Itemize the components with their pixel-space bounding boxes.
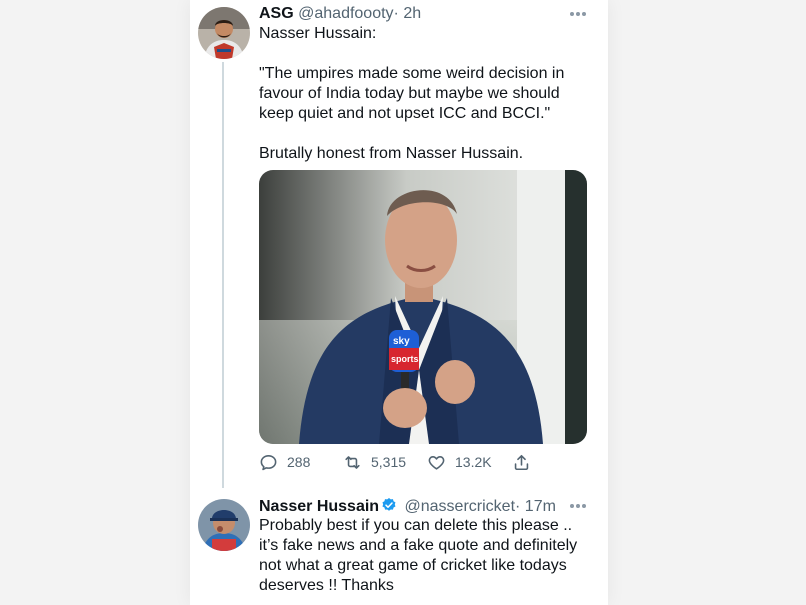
reply-button[interactable]: 288 [259,452,310,472]
tweet1-timestamp[interactable]: · 2h [394,5,422,22]
tweet1-more-icon[interactable] [570,11,588,17]
tweet1-header: ASG @ahadfoooty· 2h [259,5,421,23]
thread-connector-line [222,62,224,488]
tweet2-header: Nasser Hussain @nassercricket· 17m [259,497,556,516]
tweet2-timestamp[interactable]: · 17m [515,498,556,515]
tweet2-text: Probably best if you can delete this ple… [259,517,582,594]
avatar-asg[interactable] [198,7,250,59]
tweet1-author-handle[interactable]: @ahadfoooty [298,5,393,22]
like-icon [428,455,445,470]
retweet-count: 5,315 [371,454,407,470]
reply-icon [260,454,277,470]
mic-logo-sky: sky [393,336,410,347]
tweet1-author-name[interactable]: ASG [259,5,294,22]
tweet1-action-bar: 288 5,315 13.2K [259,452,589,472]
share-icon [514,454,529,470]
like-count: 13.2K [455,454,492,470]
mic-logo-sports: sports [391,354,419,364]
avatar-nasser-hussain[interactable] [198,499,250,551]
tweet2-author-name[interactable]: Nasser Hussain [259,498,379,515]
tweet2-more-icon[interactable] [570,503,588,509]
verified-badge-icon [381,497,397,513]
tweet1-media-image[interactable]: sky sports [259,170,587,444]
reply-count: 288 [287,454,311,470]
like-button[interactable]: 13.2K [427,452,492,472]
retweet-button[interactable]: 5,315 [343,452,406,472]
tweet2-author-handle[interactable]: @nassercricket [405,498,516,515]
retweet-icon [345,455,360,469]
tweet1-text: Nasser Hussain: "The umpires made some w… [259,25,565,162]
share-button[interactable] [512,452,540,472]
